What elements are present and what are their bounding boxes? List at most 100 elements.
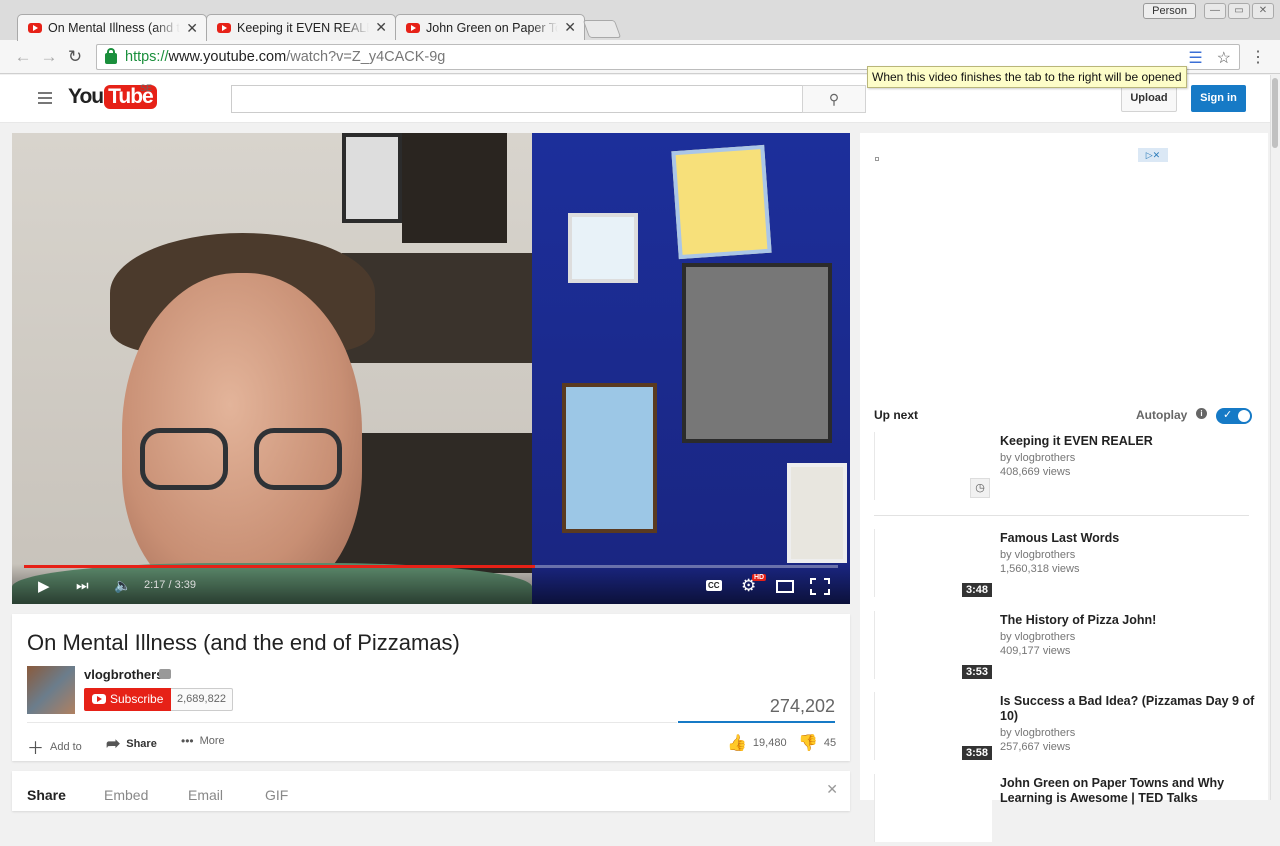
video-title[interactable]: Famous Last Words xyxy=(1000,531,1255,546)
like-button[interactable]: 👍 19,480 xyxy=(727,733,787,753)
youtube-favicon-icon xyxy=(406,22,420,33)
video-info-card: On Mental Illness (and the end of Pizzam… xyxy=(12,614,850,761)
more-button[interactable]: ••• More xyxy=(181,734,225,748)
tab-2[interactable]: Keeping it EVEN REALER - YouTube ✕ xyxy=(206,14,396,40)
video-thumbnail[interactable]: ◷ xyxy=(874,432,992,500)
video-channel: by vlogbrothers xyxy=(1000,631,1076,643)
forward-arrow-icon[interactable]: → xyxy=(38,46,60,68)
close-window-button[interactable]: ✕ xyxy=(1252,3,1274,19)
back-arrow-icon[interactable]: ← xyxy=(12,46,34,68)
channel-name[interactable]: vlogbrothers xyxy=(84,667,163,682)
close-icon[interactable]: ✕ xyxy=(826,781,838,798)
artwork-frame xyxy=(671,144,772,260)
share-arrow-icon: ➦ xyxy=(106,734,121,753)
reload-icon[interactable]: ↻ xyxy=(64,46,86,68)
play-icon[interactable]: ▶ xyxy=(38,577,50,595)
photo-frame xyxy=(562,383,657,533)
tab-strip: On Mental Illness (and the end of Pizzam… xyxy=(0,0,1280,41)
fullscreen-icon[interactable] xyxy=(810,578,830,595)
video-thumbnail[interactable]: 3:53 xyxy=(874,611,992,679)
photo-frame xyxy=(787,463,847,563)
share-tab-share[interactable]: Share xyxy=(27,787,66,803)
close-tab-icon[interactable]: ✕ xyxy=(564,19,576,36)
search-input[interactable] xyxy=(231,85,803,113)
related-video-item[interactable]: John Green on Paper Towns and Why Learni… xyxy=(874,774,1254,846)
subscriber-count: 2,689,822 xyxy=(171,688,233,711)
video-views: 257,667 views xyxy=(1000,741,1071,753)
youtube-logo[interactable]: You Tube SE xyxy=(68,83,157,109)
scrollbar-thumb[interactable] xyxy=(1272,78,1278,148)
up-next-heading: Up next xyxy=(874,408,919,422)
share-tab-email[interactable]: Email xyxy=(188,787,223,803)
video-player[interactable]: ▶ ⏭ 🔈 2:17 / 3:39 CC ⚙ HD xyxy=(12,133,850,604)
plus-icon: ＋ xyxy=(27,739,44,758)
close-tab-icon[interactable]: ✕ xyxy=(375,19,387,36)
playlist-extension-icon[interactable]: ☰ xyxy=(1188,48,1202,68)
dislike-button[interactable]: 👎 45 xyxy=(798,733,836,753)
channel-avatar[interactable] xyxy=(27,666,75,714)
share-button[interactable]: ➦ Share xyxy=(106,734,157,754)
close-tab-icon[interactable]: ✕ xyxy=(186,20,198,37)
tab-label: John Green on Paper Towns and Why Learni… xyxy=(426,20,558,35)
add-to-label: Add to xyxy=(50,740,82,753)
bookmark-star-icon[interactable]: ☆ xyxy=(1217,48,1231,68)
logo-you-text: You xyxy=(68,85,104,108)
hd-badge: HD xyxy=(752,574,767,581)
video-views: 1,560,318 views xyxy=(1000,563,1080,575)
related-video-item[interactable]: 3:53 The History of Pizza John! by vlogb… xyxy=(874,611,1254,683)
like-count: 19,480 xyxy=(752,737,787,749)
up-next-item[interactable]: ◷ Keeping it EVEN REALER by vlogbrothers… xyxy=(874,432,1254,504)
video-title[interactable]: Is Success a Bad Idea? (Pizzamas Day 9 o… xyxy=(1000,694,1255,724)
search-button[interactable]: ⚲ xyxy=(802,85,866,113)
video-thumbnail[interactable]: 3:58 xyxy=(874,692,992,760)
share-tab-gif[interactable]: GIF xyxy=(265,787,288,803)
tab-1[interactable]: On Mental Illness (and the end of Pizzam… xyxy=(17,14,207,41)
volume-icon[interactable]: 🔈 xyxy=(114,577,131,594)
info-icon[interactable]: i xyxy=(1196,408,1207,419)
minimize-button[interactable]: — xyxy=(1204,3,1226,19)
video-title[interactable]: The History of Pizza John! xyxy=(1000,613,1255,628)
video-views: 408,669 views xyxy=(1000,466,1071,478)
adchoices-icon[interactable]: ▷✕ xyxy=(1138,148,1168,162)
add-to-button[interactable]: ＋ Add to xyxy=(27,734,82,759)
maximize-button[interactable]: ▭ xyxy=(1228,3,1250,19)
tab-label: On Mental Illness (and the end of Pizzam… xyxy=(48,21,181,35)
glasses-right xyxy=(254,428,342,490)
tab-3[interactable]: John Green on Paper Towns and Why Learni… xyxy=(395,14,585,40)
video-channel: by vlogbrothers xyxy=(1000,549,1076,561)
upload-button[interactable]: Upload xyxy=(1121,85,1177,112)
video-duration: 3:58 xyxy=(961,746,992,760)
video-thumbnail[interactable] xyxy=(874,774,992,842)
more-label: More xyxy=(199,735,225,747)
subscribe-button[interactable]: Subscribe xyxy=(84,688,172,711)
up-next-sidebar: Up next Autoplay i ✓ ◷ Keeping it EVEN R… xyxy=(860,400,1268,842)
extension-tooltip: When this video finishes the tab to the … xyxy=(867,66,1187,88)
share-panel: Share Embed Email GIF ✕ xyxy=(12,771,850,811)
new-tab-button[interactable] xyxy=(582,20,622,38)
bookshelf xyxy=(402,133,507,243)
glasses-left xyxy=(140,428,228,490)
sign-in-button[interactable]: Sign in xyxy=(1191,85,1246,112)
ad-slot: ▷✕ xyxy=(860,133,1268,400)
map-frame xyxy=(568,213,638,283)
page-scrollbar[interactable] xyxy=(1270,75,1280,800)
progress-bar[interactable] xyxy=(24,565,838,568)
video-thumbnail[interactable]: 3:48 xyxy=(874,529,992,597)
video-title[interactable]: John Green on Paper Towns and Why Learni… xyxy=(1000,776,1255,806)
guide-menu-icon[interactable] xyxy=(38,92,52,104)
search-icon: ⚲ xyxy=(828,91,840,107)
related-video-item[interactable]: 3:58 Is Success a Bad Idea? (Pizzamas Da… xyxy=(874,692,1254,764)
captions-icon[interactable]: CC xyxy=(706,580,722,591)
related-video-item[interactable]: 3:48 Famous Last Words by vlogbrothers 1… xyxy=(874,529,1254,601)
lock-icon xyxy=(105,48,117,64)
theater-mode-icon[interactable] xyxy=(776,580,794,593)
profile-button[interactable]: Person xyxy=(1143,3,1196,19)
video-title[interactable]: Keeping it EVEN REALER xyxy=(1000,434,1255,449)
browser-menu-icon[interactable]: ⋮ xyxy=(1250,47,1266,67)
autoplay-toggle[interactable]: ✓ xyxy=(1216,408,1252,424)
thumbs-down-icon: 👎 xyxy=(798,735,818,752)
next-icon[interactable]: ⏭ xyxy=(76,577,89,594)
share-tab-embed[interactable]: Embed xyxy=(104,787,148,803)
watch-later-clock-icon[interactable]: ◷ xyxy=(970,478,990,498)
video-duration: 3:53 xyxy=(961,665,992,679)
